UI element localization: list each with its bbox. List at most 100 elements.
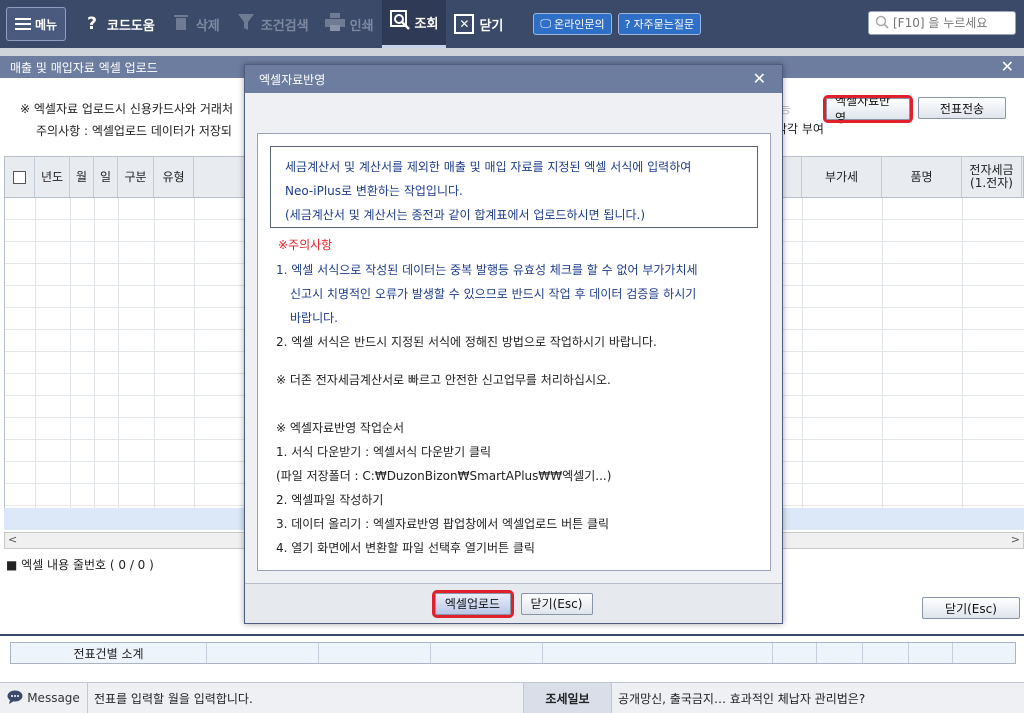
instructions: 1. 엑셀 서식으로 작성된 데이터는 중복 발행등 유효성 체크를 할 수 없… — [276, 258, 756, 560]
notice-tail: 각각 부여 — [776, 122, 824, 136]
caution-title: ※주의사항 — [278, 238, 333, 252]
info-line-2: Neo-iPlus로 변환하는 작업입니다. — [285, 184, 463, 198]
grid-col-divider — [962, 198, 963, 530]
search-icon — [875, 15, 889, 32]
menu-label: 메뉴 — [34, 17, 58, 32]
header-type: 구분 — [118, 157, 154, 197]
scroll-right-icon[interactable]: > — [1011, 533, 1020, 546]
dialog-footer: 엑셀업로드 닫기(Esc) — [245, 583, 782, 623]
lookup-button[interactable]: 조회 — [381, 0, 447, 48]
question-icon: ? — [87, 14, 97, 34]
condition-search-button[interactable]: 조건검색 — [228, 0, 317, 48]
header-e-tax: 전자세금 (1.전자) — [962, 157, 1022, 197]
caution-1c: 바랍니다. — [290, 311, 338, 325]
subtotal-cell — [543, 643, 773, 663]
code-help-button[interactable]: ? 코드도움 — [74, 0, 163, 48]
subtotal-cell — [909, 643, 953, 663]
step-3: 3. 데이터 올리기 : 엑셀자료반영 팝업창에서 엑셀업로드 버튼 클릭 — [276, 517, 610, 531]
notice-line-1: ※ 엑셀자료 업로드시 신용카드사와 거래처 — [20, 102, 233, 116]
menu-button[interactable]: 메뉴 — [6, 7, 66, 41]
grid-col-divider — [802, 198, 803, 530]
dialog-title-bar: 엑셀자료반영 ✕ — [245, 65, 782, 93]
monitor-icon: 🖵 — [540, 17, 551, 30]
code-help-label: 코드도움 — [107, 18, 155, 34]
caution-2: 2. 엑셀 서식은 반드시 지정된 서식에 정해진 방법으로 작업하시기 바랍니… — [276, 335, 657, 349]
info-line-3: (세금계산서 및 계산서는 종전과 같이 합계표에서 업로드하시면 됩니다.) — [285, 208, 646, 222]
info-line-1: 세금계산서 및 계산서를 제외한 매출 및 매입 자료를 지정된 엑셀 서식에 … — [285, 160, 692, 174]
window-close-icon[interactable]: ✕ — [1001, 57, 1014, 76]
subtotal-cell — [431, 643, 543, 663]
faq-button[interactable]: ? 자주묻는질문 — [617, 13, 702, 35]
step-1-path: (파일 저장폴더 : C:₩DuzonBizon₩SmartAPlus₩₩엑셀기… — [276, 469, 612, 483]
close-box-icon: ✕ — [454, 14, 475, 34]
notice-line-2: 주의사항 : 엑셀업로드 데이터가 저장되 — [36, 124, 232, 138]
search-box[interactable] — [868, 11, 1016, 35]
subtotal-cell — [863, 643, 909, 663]
header-day: 일 — [94, 157, 118, 197]
delete-label: 삭제 — [195, 18, 220, 34]
dialog-close-icon[interactable]: ✕ — [753, 69, 766, 88]
printer-icon — [324, 12, 345, 36]
grid-col-divider — [70, 198, 71, 530]
subtotal-cell — [953, 643, 1015, 663]
news-headline[interactable]: 공개망신, 출국금지… 효과적인 체납자 관리법은? — [612, 690, 865, 707]
header-vat: 부가세 — [802, 157, 882, 197]
grid-col-divider — [154, 198, 155, 530]
message-label: Message — [27, 691, 80, 705]
dialog-title: 엑셀자료반영 — [259, 72, 326, 87]
status-bar: Message 전표를 입력할 월을 입력합니다. 조세일보 공개망신, 출국금… — [0, 682, 1024, 713]
print-button[interactable]: 인쇄 — [317, 0, 382, 48]
chat-bubble-icon — [7, 690, 23, 707]
header-month: 월 — [70, 157, 94, 197]
row-info: ■ 엑셀 내용 줄번호 ( 0 / 0 ) — [6, 558, 154, 572]
close-label: 닫기 — [479, 18, 504, 34]
delete-button[interactable]: 삭제 — [163, 0, 228, 48]
online-inquiry-label: 온라인문의 — [553, 18, 605, 31]
dialog-body: 세금계산서 및 계산서를 제외한 매출 및 매입 자료를 지정된 엑셀 서식에 … — [257, 133, 771, 571]
filter-icon — [236, 13, 256, 36]
excel-upload-button[interactable]: 엑셀업로드 — [431, 589, 514, 618]
subtotal-cell — [773, 643, 817, 663]
transfer-button[interactable]: 전표전송 — [918, 97, 1006, 119]
search-icon — [389, 10, 410, 35]
lookup-label: 조회 — [414, 17, 439, 32]
close-toolbar-button[interactable]: ✕ 닫기 — [446, 0, 511, 48]
scroll-left-icon[interactable]: < — [8, 533, 17, 546]
excel-apply-button[interactable]: 엑셀자료반영 — [823, 94, 913, 125]
online-inquiry-button[interactable]: 🖵 온라인문의 — [533, 13, 612, 35]
info-box: 세금계산서 및 계산서를 제외한 매출 및 매입 자료를 지정된 엑셀 서식에 … — [270, 146, 758, 228]
grid-col-divider — [118, 198, 119, 530]
window-title: 매출 및 매입자료 엑셀 업로드 — [10, 60, 158, 75]
grid-col-divider — [194, 198, 195, 530]
subtotal-label: 전표건별 소계 — [11, 643, 207, 663]
order-title: ※ 엑셀자료반영 작업순서 — [276, 421, 405, 435]
select-all-checkbox[interactable] — [5, 157, 35, 197]
message-text: 전표를 입력할 월을 입력합니다. — [88, 682, 524, 713]
subtotal-cell — [319, 643, 431, 663]
dialog-close-button[interactable]: 닫기(Esc) — [520, 592, 593, 615]
step-4: 4. 열기 화면에서 변환할 파일 선택후 열기버튼 클릭 — [276, 541, 535, 555]
grid-col-divider — [882, 198, 883, 530]
caution-1a: 1. 엑셀 서식으로 작성된 데이터는 중복 발행등 유효성 체크를 할 수 없… — [276, 263, 698, 277]
subtotal-row: 전표건별 소계 — [10, 642, 1016, 664]
step-2: 2. 엑셀파일 작성하기 — [276, 493, 384, 507]
caution-1b: 신고시 치명적인 오류가 발생할 수 있으므로 반드시 작업 후 데이터 검증을… — [290, 287, 697, 301]
news-source-label: 조세일보 — [524, 682, 612, 713]
condition-search-label: 조건검색 — [260, 18, 309, 34]
subtotal-cell — [817, 643, 863, 663]
search-input[interactable] — [893, 16, 1011, 30]
excel-apply-dialog: 엑셀자료반영 ✕ 세금계산서 및 계산서를 제외한 매출 및 매입 자료를 지정… — [244, 64, 783, 624]
promo-note: ※ 더존 전자세금계산서로 빠르고 안전한 신고업무를 처리하십시오. — [276, 373, 611, 387]
subtotal-grid: 전표건별 소계 — [0, 634, 1024, 682]
subtotal-cell — [207, 643, 319, 663]
faq-label: 자주묻는질문 — [633, 18, 695, 31]
grid-col-divider — [35, 198, 36, 530]
page-close-button[interactable]: 닫기(Esc) — [922, 597, 1020, 619]
header-item-name: 품명 — [882, 157, 962, 197]
header-category: 유형 — [154, 157, 194, 197]
print-label: 인쇄 — [349, 18, 374, 34]
grid-col-divider — [94, 198, 95, 530]
header-year: 년도 — [35, 157, 70, 197]
notice-text: ※ 엑셀자료 업로드시 신용카드사와 거래처 주의사항 : 엑셀업로드 데이터가… — [20, 98, 233, 142]
top-toolbar: 메뉴 ? 코드도움 삭제 조건검색 인쇄 조회 ✕ 닫기 🖵 온라인문의 ? 자… — [0, 0, 1024, 48]
